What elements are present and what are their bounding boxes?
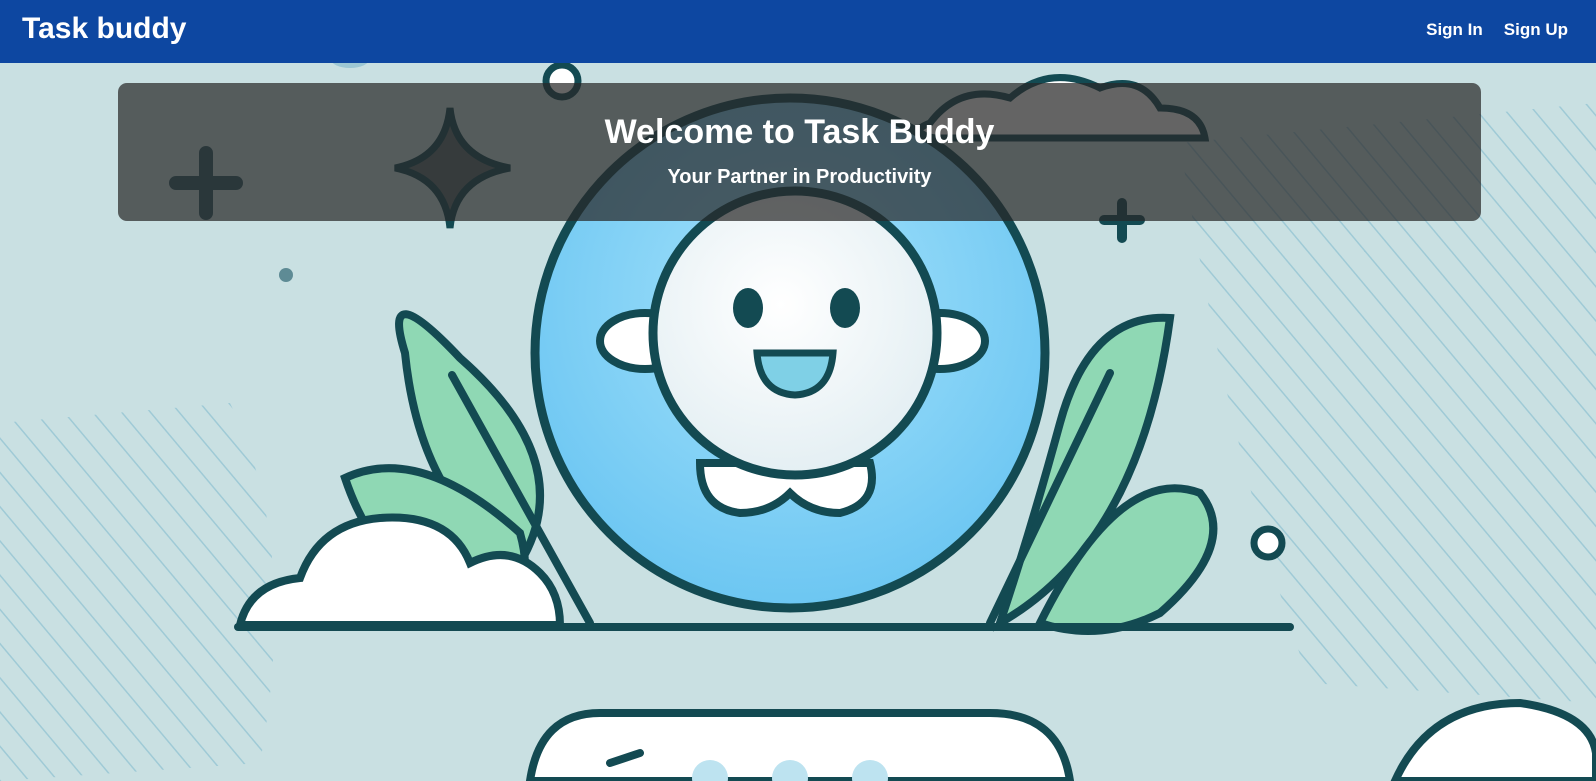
dot-left	[279, 268, 293, 282]
mascot-eye-left	[733, 288, 763, 328]
mascot-face	[648, 186, 942, 480]
welcome-banner: Welcome to Task Buddy Your Partner in Pr…	[118, 83, 1481, 221]
sign-up-link[interactable]: Sign Up	[1504, 20, 1568, 40]
top-navbar: Task buddy Sign In Sign Up	[0, 0, 1596, 63]
hatch-left	[0, 403, 275, 781]
mascot-mouth	[753, 349, 837, 399]
page-subtitle: Your Partner in Productivity	[667, 166, 932, 188]
nav-links: Sign In Sign Up	[1426, 20, 1568, 40]
mascot-eye-right	[830, 288, 860, 328]
page-title: Welcome to Task Buddy	[604, 113, 995, 151]
sign-in-link[interactable]: Sign In	[1426, 20, 1483, 40]
brand-logo[interactable]: Task buddy	[22, 12, 186, 46]
bubble-right	[1250, 525, 1286, 561]
landing-page: Task buddy Sign In Sign Up Welcome to Ta…	[0, 0, 1596, 781]
